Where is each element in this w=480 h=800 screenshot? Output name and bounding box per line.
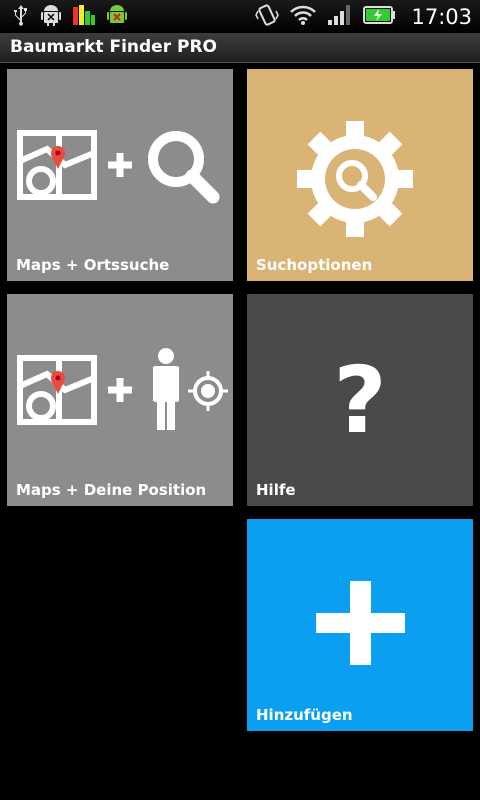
tile-hilfe[interactable]: ? Hilfe (247, 294, 473, 506)
tile-maps-deine-position[interactable]: Maps + Deine Position (7, 294, 233, 506)
wifi-icon (289, 4, 317, 30)
tile-maps-ortssuche[interactable]: Maps + Ortssuche (7, 69, 233, 281)
usb-icon (12, 4, 30, 30)
notification-icons (12, 5, 128, 29)
signal-meter-icon (72, 3, 96, 31)
tile-suchoptionen[interactable]: Suchoptionen (247, 69, 473, 281)
app-title: Baumarkt Finder PRO (10, 37, 217, 57)
android-debug-icon (40, 3, 62, 31)
plus-icon (316, 581, 405, 665)
tile-label: Suchoptionen (256, 256, 373, 274)
system-icons: 17:03 (255, 3, 472, 31)
android-update-icon (106, 3, 128, 31)
svg-text:?: ? (333, 347, 386, 454)
vibrate-icon (255, 3, 280, 31)
status-bar: 17:03 (0, 0, 480, 33)
gear-search-icon (297, 121, 413, 237)
cell-signal-icon (327, 3, 353, 31)
title-bar: Baumarkt Finder PRO (0, 33, 480, 63)
tile-label: Hinzufügen (256, 706, 353, 724)
question-mark-icon: ? (333, 347, 386, 454)
map-plus-search-icon (17, 130, 220, 204)
map-plus-person-icon (17, 348, 228, 430)
tile-hinzufuegen[interactable]: Hinzufügen (247, 519, 473, 731)
clock: 17:03 (411, 5, 472, 29)
tile-label: Maps + Deine Position (16, 481, 207, 499)
battery-charging-icon (363, 5, 397, 29)
tile-label: Maps + Ortssuche (16, 256, 170, 274)
tile-label: Hilfe (256, 481, 296, 499)
